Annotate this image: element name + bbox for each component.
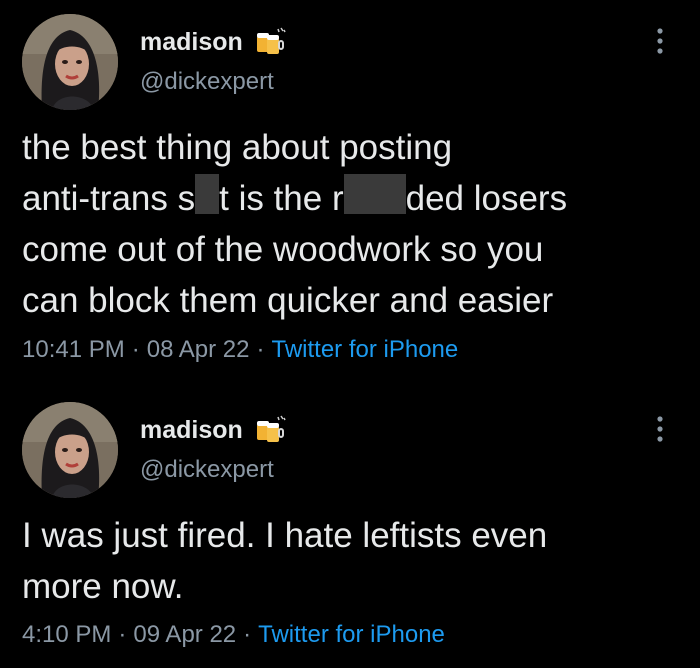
tweet-meta: 10:41 PM · 08 Apr 22 · Twitter for iPhone <box>22 336 458 364</box>
tweet-text-line: come out of the woodwork so you <box>22 230 544 269</box>
avatar[interactable] <box>22 14 118 110</box>
more-options-icon[interactable] <box>652 26 668 56</box>
tweet[interactable]: madison @dickexpert I was just fired. I … <box>0 388 700 668</box>
tweet-source-link[interactable]: Twitter for iPhone <box>271 336 458 363</box>
tweet-text-fragment: ded losers <box>405 179 568 218</box>
tweet[interactable]: madison @dickexpert the best thing about… <box>0 0 700 388</box>
display-name[interactable]: madison <box>140 28 243 57</box>
tweet-text-line: the best thing about posting <box>22 128 453 167</box>
tweet-text-line: I was just fired. I hate leftists even <box>22 516 548 555</box>
avatar-photo <box>22 14 118 110</box>
tweet-text-line: can block them quicker and easier <box>22 281 554 320</box>
tweet-text-line: anti-trans s t is the r ded losers <box>22 173 682 224</box>
redaction-box <box>343 174 406 214</box>
meta-separator: · <box>131 336 140 363</box>
tweet-date[interactable]: 08 Apr 22 <box>147 336 250 363</box>
tweet-time[interactable]: 10:41 PM <box>22 336 125 363</box>
avatar[interactable] <box>22 402 118 498</box>
meta-separator: · <box>118 621 127 648</box>
tweet-text-fragment: anti-trans s <box>22 179 196 218</box>
handle[interactable]: @dickexpert <box>140 456 274 484</box>
tweet-text: the best thing about posting anti-trans … <box>22 122 682 326</box>
meta-separator: · <box>256 336 265 363</box>
redaction-box <box>195 174 220 214</box>
tweet-date[interactable]: 09 Apr 22 <box>133 621 236 648</box>
display-name[interactable]: madison <box>140 416 243 445</box>
tweet-time[interactable]: 4:10 PM <box>22 621 111 648</box>
more-options-icon[interactable] <box>652 414 668 444</box>
tweet-text-line: more now. <box>22 567 184 606</box>
beer-mugs-icon <box>257 27 286 54</box>
tweet-text: I was just fired. I hate leftists even m… <box>22 510 682 612</box>
tweet-meta: 4:10 PM · 09 Apr 22 · Twitter for iPhone <box>22 621 445 649</box>
tweet-source-link[interactable]: Twitter for iPhone <box>258 621 445 648</box>
tweet-text-fragment: t is the r <box>219 179 344 218</box>
avatar-photo <box>22 402 118 498</box>
handle[interactable]: @dickexpert <box>140 68 274 96</box>
meta-separator: · <box>243 621 252 648</box>
beer-mugs-icon <box>257 415 286 442</box>
